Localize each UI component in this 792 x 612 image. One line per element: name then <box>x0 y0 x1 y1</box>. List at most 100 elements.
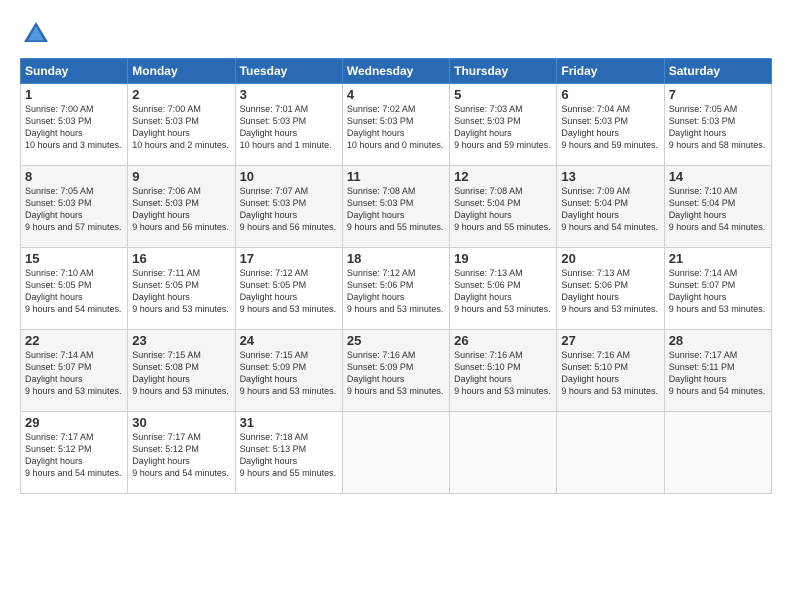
cell-content: Sunrise: 7:16 AM Sunset: 5:09 PM Dayligh… <box>347 349 445 398</box>
header-friday: Friday <box>557 59 664 84</box>
calendar-cell: 18 Sunrise: 7:12 AM Sunset: 5:06 PM Dayl… <box>342 248 449 330</box>
day-number: 16 <box>132 251 230 266</box>
day-number: 22 <box>25 333 123 348</box>
day-number: 26 <box>454 333 552 348</box>
cell-content: Sunrise: 7:10 AM Sunset: 5:05 PM Dayligh… <box>25 267 123 316</box>
calendar-table: SundayMondayTuesdayWednesdayThursdayFrid… <box>20 58 772 494</box>
header-saturday: Saturday <box>664 59 771 84</box>
calendar-cell <box>450 412 557 494</box>
day-number: 13 <box>561 169 659 184</box>
calendar-cell: 29 Sunrise: 7:17 AM Sunset: 5:12 PM Dayl… <box>21 412 128 494</box>
day-number: 19 <box>454 251 552 266</box>
cell-content: Sunrise: 7:17 AM Sunset: 5:12 PM Dayligh… <box>132 431 230 480</box>
cell-content: Sunrise: 7:05 AM Sunset: 5:03 PM Dayligh… <box>669 103 767 152</box>
week-row-1: 1 Sunrise: 7:00 AM Sunset: 5:03 PM Dayli… <box>21 84 772 166</box>
cell-content: Sunrise: 7:15 AM Sunset: 5:09 PM Dayligh… <box>240 349 338 398</box>
calendar-cell: 4 Sunrise: 7:02 AM Sunset: 5:03 PM Dayli… <box>342 84 449 166</box>
cell-content: Sunrise: 7:10 AM Sunset: 5:04 PM Dayligh… <box>669 185 767 234</box>
day-number: 25 <box>347 333 445 348</box>
calendar-cell: 1 Sunrise: 7:00 AM Sunset: 5:03 PM Dayli… <box>21 84 128 166</box>
calendar-cell: 25 Sunrise: 7:16 AM Sunset: 5:09 PM Dayl… <box>342 330 449 412</box>
cell-content: Sunrise: 7:06 AM Sunset: 5:03 PM Dayligh… <box>132 185 230 234</box>
cell-content: Sunrise: 7:08 AM Sunset: 5:04 PM Dayligh… <box>454 185 552 234</box>
cell-content: Sunrise: 7:13 AM Sunset: 5:06 PM Dayligh… <box>561 267 659 316</box>
calendar-cell: 23 Sunrise: 7:15 AM Sunset: 5:08 PM Dayl… <box>128 330 235 412</box>
cell-content: Sunrise: 7:12 AM Sunset: 5:06 PM Dayligh… <box>347 267 445 316</box>
day-number: 12 <box>454 169 552 184</box>
calendar-cell: 31 Sunrise: 7:18 AM Sunset: 5:13 PM Dayl… <box>235 412 342 494</box>
calendar-cell: 5 Sunrise: 7:03 AM Sunset: 5:03 PM Dayli… <box>450 84 557 166</box>
calendar-cell: 26 Sunrise: 7:16 AM Sunset: 5:10 PM Dayl… <box>450 330 557 412</box>
calendar-cell: 28 Sunrise: 7:17 AM Sunset: 5:11 PM Dayl… <box>664 330 771 412</box>
week-row-3: 15 Sunrise: 7:10 AM Sunset: 5:05 PM Dayl… <box>21 248 772 330</box>
calendar-cell: 10 Sunrise: 7:07 AM Sunset: 5:03 PM Dayl… <box>235 166 342 248</box>
day-number: 2 <box>132 87 230 102</box>
calendar-cell: 11 Sunrise: 7:08 AM Sunset: 5:03 PM Dayl… <box>342 166 449 248</box>
cell-content: Sunrise: 7:01 AM Sunset: 5:03 PM Dayligh… <box>240 103 338 152</box>
header-row: SundayMondayTuesdayWednesdayThursdayFrid… <box>21 59 772 84</box>
day-number: 5 <box>454 87 552 102</box>
cell-content: Sunrise: 7:02 AM Sunset: 5:03 PM Dayligh… <box>347 103 445 152</box>
calendar-cell: 13 Sunrise: 7:09 AM Sunset: 5:04 PM Dayl… <box>557 166 664 248</box>
logo-icon <box>20 18 52 50</box>
calendar-cell: 3 Sunrise: 7:01 AM Sunset: 5:03 PM Dayli… <box>235 84 342 166</box>
header-sunday: Sunday <box>21 59 128 84</box>
calendar-cell <box>342 412 449 494</box>
cell-content: Sunrise: 7:03 AM Sunset: 5:03 PM Dayligh… <box>454 103 552 152</box>
calendar-cell: 24 Sunrise: 7:15 AM Sunset: 5:09 PM Dayl… <box>235 330 342 412</box>
day-number: 21 <box>669 251 767 266</box>
calendar-cell: 20 Sunrise: 7:13 AM Sunset: 5:06 PM Dayl… <box>557 248 664 330</box>
day-number: 23 <box>132 333 230 348</box>
day-number: 10 <box>240 169 338 184</box>
day-number: 11 <box>347 169 445 184</box>
week-row-2: 8 Sunrise: 7:05 AM Sunset: 5:03 PM Dayli… <box>21 166 772 248</box>
cell-content: Sunrise: 7:14 AM Sunset: 5:07 PM Dayligh… <box>25 349 123 398</box>
calendar-cell: 14 Sunrise: 7:10 AM Sunset: 5:04 PM Dayl… <box>664 166 771 248</box>
day-number: 8 <box>25 169 123 184</box>
cell-content: Sunrise: 7:15 AM Sunset: 5:08 PM Dayligh… <box>132 349 230 398</box>
day-number: 29 <box>25 415 123 430</box>
day-number: 9 <box>132 169 230 184</box>
calendar-cell: 19 Sunrise: 7:13 AM Sunset: 5:06 PM Dayl… <box>450 248 557 330</box>
cell-content: Sunrise: 7:17 AM Sunset: 5:11 PM Dayligh… <box>669 349 767 398</box>
cell-content: Sunrise: 7:16 AM Sunset: 5:10 PM Dayligh… <box>561 349 659 398</box>
calendar-cell: 2 Sunrise: 7:00 AM Sunset: 5:03 PM Dayli… <box>128 84 235 166</box>
calendar-cell: 6 Sunrise: 7:04 AM Sunset: 5:03 PM Dayli… <box>557 84 664 166</box>
day-number: 18 <box>347 251 445 266</box>
cell-content: Sunrise: 7:14 AM Sunset: 5:07 PM Dayligh… <box>669 267 767 316</box>
day-number: 24 <box>240 333 338 348</box>
day-number: 28 <box>669 333 767 348</box>
calendar-cell: 16 Sunrise: 7:11 AM Sunset: 5:05 PM Dayl… <box>128 248 235 330</box>
header-monday: Monday <box>128 59 235 84</box>
header-tuesday: Tuesday <box>235 59 342 84</box>
calendar-cell: 30 Sunrise: 7:17 AM Sunset: 5:12 PM Dayl… <box>128 412 235 494</box>
day-number: 30 <box>132 415 230 430</box>
day-number: 27 <box>561 333 659 348</box>
header-wednesday: Wednesday <box>342 59 449 84</box>
logo <box>20 18 56 50</box>
calendar-cell: 17 Sunrise: 7:12 AM Sunset: 5:05 PM Dayl… <box>235 248 342 330</box>
cell-content: Sunrise: 7:12 AM Sunset: 5:05 PM Dayligh… <box>240 267 338 316</box>
calendar-cell <box>664 412 771 494</box>
cell-content: Sunrise: 7:07 AM Sunset: 5:03 PM Dayligh… <box>240 185 338 234</box>
calendar-cell: 12 Sunrise: 7:08 AM Sunset: 5:04 PM Dayl… <box>450 166 557 248</box>
cell-content: Sunrise: 7:13 AM Sunset: 5:06 PM Dayligh… <box>454 267 552 316</box>
cell-content: Sunrise: 7:17 AM Sunset: 5:12 PM Dayligh… <box>25 431 123 480</box>
cell-content: Sunrise: 7:04 AM Sunset: 5:03 PM Dayligh… <box>561 103 659 152</box>
day-number: 3 <box>240 87 338 102</box>
calendar-cell: 8 Sunrise: 7:05 AM Sunset: 5:03 PM Dayli… <box>21 166 128 248</box>
day-number: 31 <box>240 415 338 430</box>
day-number: 1 <box>25 87 123 102</box>
calendar-cell: 27 Sunrise: 7:16 AM Sunset: 5:10 PM Dayl… <box>557 330 664 412</box>
cell-content: Sunrise: 7:11 AM Sunset: 5:05 PM Dayligh… <box>132 267 230 316</box>
cell-content: Sunrise: 7:00 AM Sunset: 5:03 PM Dayligh… <box>132 103 230 152</box>
page: SundayMondayTuesdayWednesdayThursdayFrid… <box>0 0 792 504</box>
header-thursday: Thursday <box>450 59 557 84</box>
calendar-cell: 21 Sunrise: 7:14 AM Sunset: 5:07 PM Dayl… <box>664 248 771 330</box>
cell-content: Sunrise: 7:16 AM Sunset: 5:10 PM Dayligh… <box>454 349 552 398</box>
header <box>20 18 772 50</box>
cell-content: Sunrise: 7:00 AM Sunset: 5:03 PM Dayligh… <box>25 103 123 152</box>
calendar-cell: 7 Sunrise: 7:05 AM Sunset: 5:03 PM Dayli… <box>664 84 771 166</box>
calendar-cell: 15 Sunrise: 7:10 AM Sunset: 5:05 PM Dayl… <box>21 248 128 330</box>
week-row-5: 29 Sunrise: 7:17 AM Sunset: 5:12 PM Dayl… <box>21 412 772 494</box>
